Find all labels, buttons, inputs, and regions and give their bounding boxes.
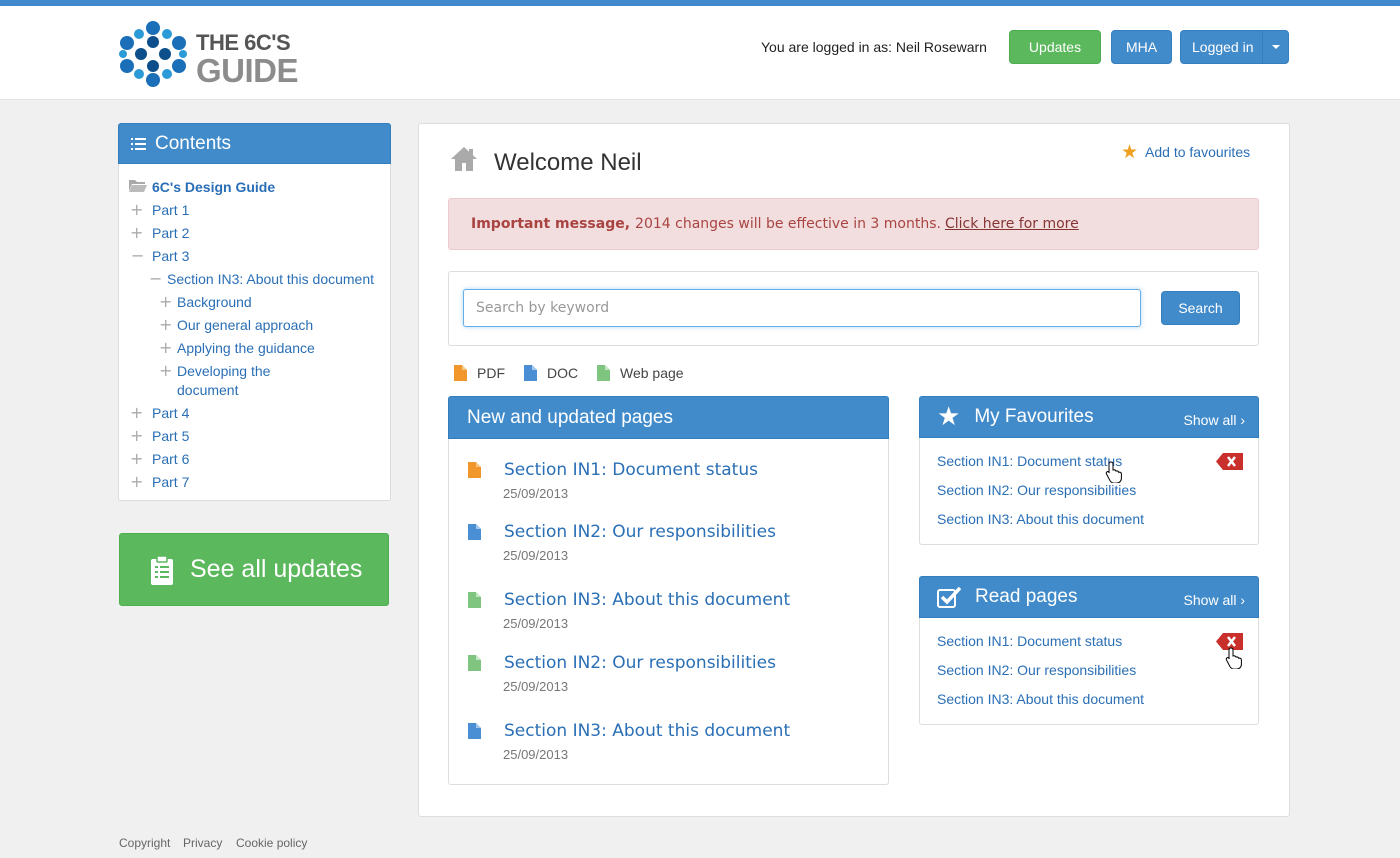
remove-favourite-icon[interactable] (1216, 453, 1243, 470)
footer-cookie-policy-link[interactable]: Cookie policy (236, 836, 307, 850)
page-link[interactable]: Section IN2: Our responsibilities (504, 653, 776, 673)
page-link[interactable]: Section IN3: About this document (504, 721, 790, 741)
tree-item-part-7[interactable]: Part 7 (152, 474, 189, 490)
alert-text: 2014 changes will be effective in 3 mont… (635, 216, 941, 232)
page-date: 25/09/2013 (503, 747, 569, 762)
tree-item-part-6[interactable]: Part 6 (152, 451, 189, 467)
expand-icon[interactable]: + (159, 315, 172, 334)
hand-cursor-icon (1225, 647, 1242, 669)
pdf-file-icon (454, 365, 467, 381)
expand-icon[interactable]: + (159, 338, 172, 357)
page-date: 25/09/2013 (503, 616, 569, 631)
important-message-alert: Important message, 2014 changes will be … (448, 198, 1259, 250)
web-page-file-icon (468, 592, 481, 608)
see-all-updates-button[interactable]: See all updates (119, 533, 389, 606)
expand-icon[interactable]: + (159, 361, 172, 380)
logo-line1: THE 6C'S (196, 30, 291, 55)
pdf-file-icon (468, 462, 481, 478)
web-page-file-icon (597, 365, 610, 381)
clipboard-icon (151, 554, 173, 585)
caret-down-icon (1271, 45, 1280, 49)
hand-cursor-icon (1105, 461, 1122, 483)
alert-bold: Important message, (471, 216, 631, 232)
logo-line2: GUIDE (196, 52, 299, 89)
dropdown-toggle[interactable] (1262, 31, 1288, 63)
collapse-icon[interactable]: − (149, 269, 162, 288)
favourite-item-link[interactable]: Section IN1: Document status (937, 453, 1122, 469)
see-all-updates-label: See all updates (190, 555, 363, 583)
web-page-file-icon (468, 655, 481, 671)
home-icon (451, 147, 477, 171)
tree-item-applying-guidance[interactable]: Applying the guidance (177, 340, 315, 356)
tree-item-part-3[interactable]: Part 3 (152, 248, 189, 264)
favourite-item-link[interactable]: Section IN3: About this document (937, 511, 1144, 527)
expand-icon[interactable]: + (130, 200, 143, 219)
star-icon: ★ (937, 402, 961, 432)
collapse-icon[interactable]: − (131, 246, 144, 265)
tree-item-part-1[interactable]: Part 1 (152, 202, 189, 218)
legend-pdf: PDF (454, 365, 505, 381)
read-page-item-link[interactable]: Section IN3: About this document (937, 691, 1144, 707)
read-page-item-link[interactable]: Section IN2: Our responsibilities (937, 662, 1136, 678)
page-date: 25/09/2013 (503, 679, 569, 694)
search-input[interactable] (463, 289, 1141, 327)
page-link[interactable]: Section IN3: About this document (504, 590, 790, 610)
page-date: 25/09/2013 (503, 548, 569, 563)
logged-in-dropdown-button[interactable]: Logged in (1180, 30, 1289, 64)
expand-icon[interactable]: + (130, 223, 143, 242)
expand-icon[interactable]: + (130, 426, 143, 445)
show-all-read-pages-link[interactable]: Show all › (1184, 592, 1245, 608)
updates-button[interactable]: Updates (1009, 30, 1101, 64)
footer-privacy-link[interactable]: Privacy (183, 836, 222, 850)
tree-item-part-4[interactable]: Part 4 (152, 405, 189, 421)
mha-button[interactable]: MHA (1111, 30, 1172, 64)
tree-item-developing-document[interactable]: Developing the document (177, 363, 270, 398)
new-updated-pages-header: New and updated pages (448, 396, 889, 439)
add-to-favourites-link[interactable]: ★ Add to favourites (1121, 141, 1250, 163)
doc-file-icon (524, 365, 537, 381)
expand-icon[interactable]: + (130, 472, 143, 491)
checkbox-checked-icon (937, 586, 961, 608)
doc-file-icon (468, 723, 481, 739)
expand-icon[interactable]: + (130, 449, 143, 468)
logged-in-as-text: You are logged in as: Neil Rosewarn (761, 39, 987, 55)
read-pages-header: Read pages Show all › (919, 576, 1259, 618)
logged-in-label: Logged in (1192, 39, 1254, 55)
tree-item-part-5[interactable]: Part 5 (152, 428, 189, 444)
site-logo[interactable]: THE 6C'S GUIDE (119, 20, 309, 88)
show-all-favourites-link[interactable]: Show all › (1184, 412, 1245, 428)
read-page-item-link[interactable]: Section IN1: Document status (937, 633, 1122, 649)
list-icon (131, 137, 146, 150)
star-icon: ★ (1121, 141, 1139, 163)
tree-item-background[interactable]: Background (177, 294, 252, 310)
contents-title: Contents (155, 132, 232, 154)
favourite-item-link[interactable]: Section IN2: Our responsibilities (937, 482, 1136, 498)
page-date: 25/09/2013 (503, 486, 569, 501)
folder-open-icon (129, 180, 147, 192)
alert-link[interactable]: Click here for more (945, 216, 1079, 232)
tree-item-design-guide[interactable]: 6C's Design Guide (152, 179, 275, 195)
tree-item-part-2[interactable]: Part 2 (152, 225, 189, 241)
legend-doc: DOC (524, 365, 578, 381)
search-button[interactable]: Search (1161, 291, 1240, 325)
tree-item-general-approach[interactable]: Our general approach (177, 317, 313, 333)
doc-file-icon (468, 524, 481, 540)
page-link[interactable]: Section IN2: Our responsibilities (504, 522, 776, 542)
page-link[interactable]: Section IN1: Document status (504, 460, 758, 480)
page-title: Welcome Neil (494, 149, 642, 176)
expand-icon[interactable]: + (159, 292, 172, 311)
tree-item-section-in3[interactable]: Section IN3: About this document (167, 271, 374, 287)
my-favourites-header: ★ My Favourites Show all › (919, 396, 1259, 438)
contents-header: Contents (118, 123, 391, 164)
logo-icon (119, 21, 187, 87)
expand-icon[interactable]: + (130, 403, 143, 422)
legend-web-page: Web page (597, 365, 684, 381)
footer-copyright-link[interactable]: Copyright (119, 836, 170, 850)
